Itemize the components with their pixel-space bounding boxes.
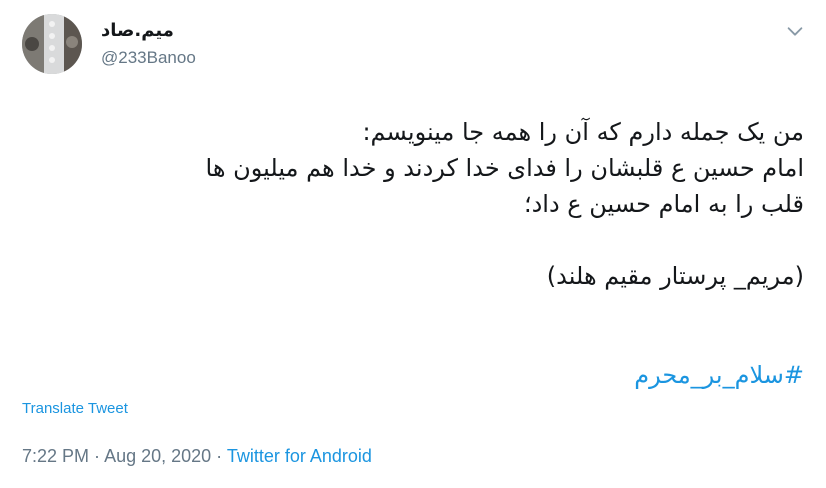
tweet-text: من یک جمله دارم که آن را همه جا مینویسم:… <box>14 114 804 294</box>
tweet-line: قلب را به امام حسین ع داد؛ <box>523 190 804 218</box>
user-info: میم.صاد @233Banoo <box>101 18 196 70</box>
tweet-line: امام حسین ع قلبشان را فدای خدا کردند و خ… <box>205 154 804 182</box>
avatar[interactable] <box>22 14 82 74</box>
chevron-down-icon[interactable] <box>784 20 806 42</box>
tweet-date[interactable]: Aug 20, 2020 <box>104 446 211 466</box>
meta-separator: · <box>89 446 105 466</box>
avatar-image <box>22 14 82 74</box>
meta-separator: · <box>211 446 227 466</box>
tweet-signature: (مریم_ پرستار مقیم هلند) <box>546 262 804 290</box>
hashtag-link[interactable]: #سلام_بر_محرم <box>634 358 804 392</box>
tweet-metadata: 7:22 PM · Aug 20, 2020 · Twitter for And… <box>22 443 372 469</box>
tweet-source-link[interactable]: Twitter for Android <box>227 446 372 466</box>
display-name[interactable]: میم.صاد <box>101 18 196 44</box>
user-handle[interactable]: @233Banoo <box>101 46 196 70</box>
translate-tweet-link[interactable]: Translate Tweet <box>22 400 128 417</box>
tweet-time[interactable]: 7:22 PM <box>22 446 89 466</box>
tweet-line: من یک جمله دارم که آن را همه جا مینویسم: <box>362 118 804 146</box>
